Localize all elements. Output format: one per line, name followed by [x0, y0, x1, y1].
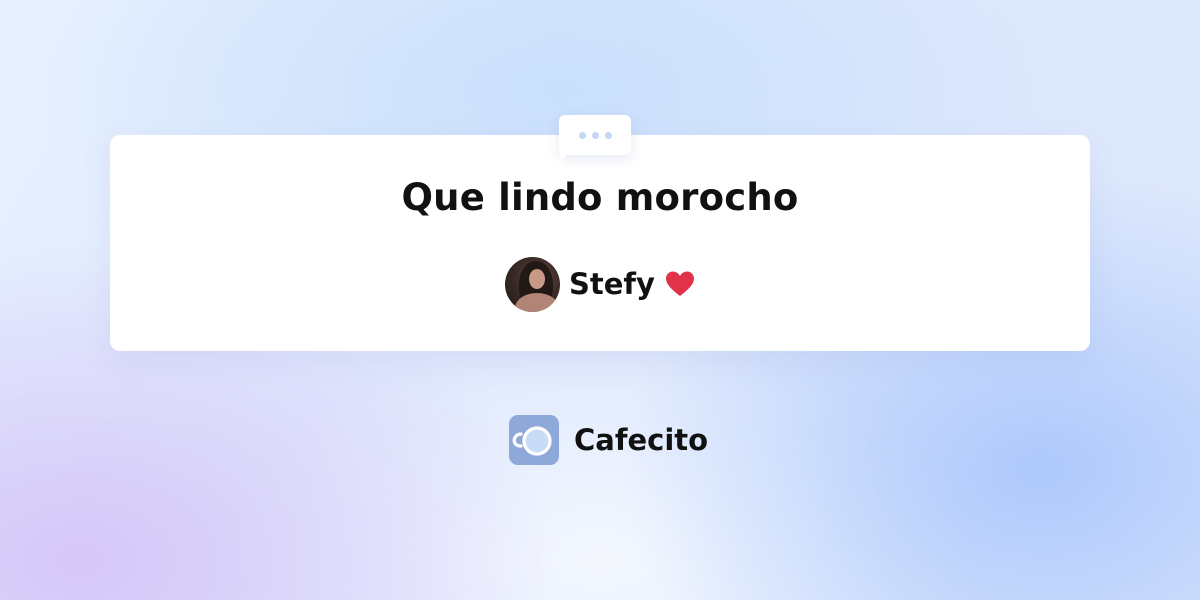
avatar	[505, 256, 561, 312]
heart-icon	[665, 270, 695, 298]
chat-bubble-tail	[560, 150, 572, 162]
supporter-row: Stefy	[110, 256, 1090, 312]
bubble-dot	[578, 131, 586, 139]
brand: Cafecito	[509, 415, 708, 465]
bubble-dot	[604, 131, 612, 139]
cafecito-cup-logo	[509, 415, 559, 465]
message-card	[110, 135, 1090, 351]
brand-name: Cafecito	[574, 423, 709, 457]
bubble-dot	[591, 131, 599, 139]
supporter-name: Stefy	[569, 267, 655, 301]
chat-bubble-dots-icon	[559, 115, 631, 155]
message-text: Que lindo morocho	[401, 176, 799, 219]
